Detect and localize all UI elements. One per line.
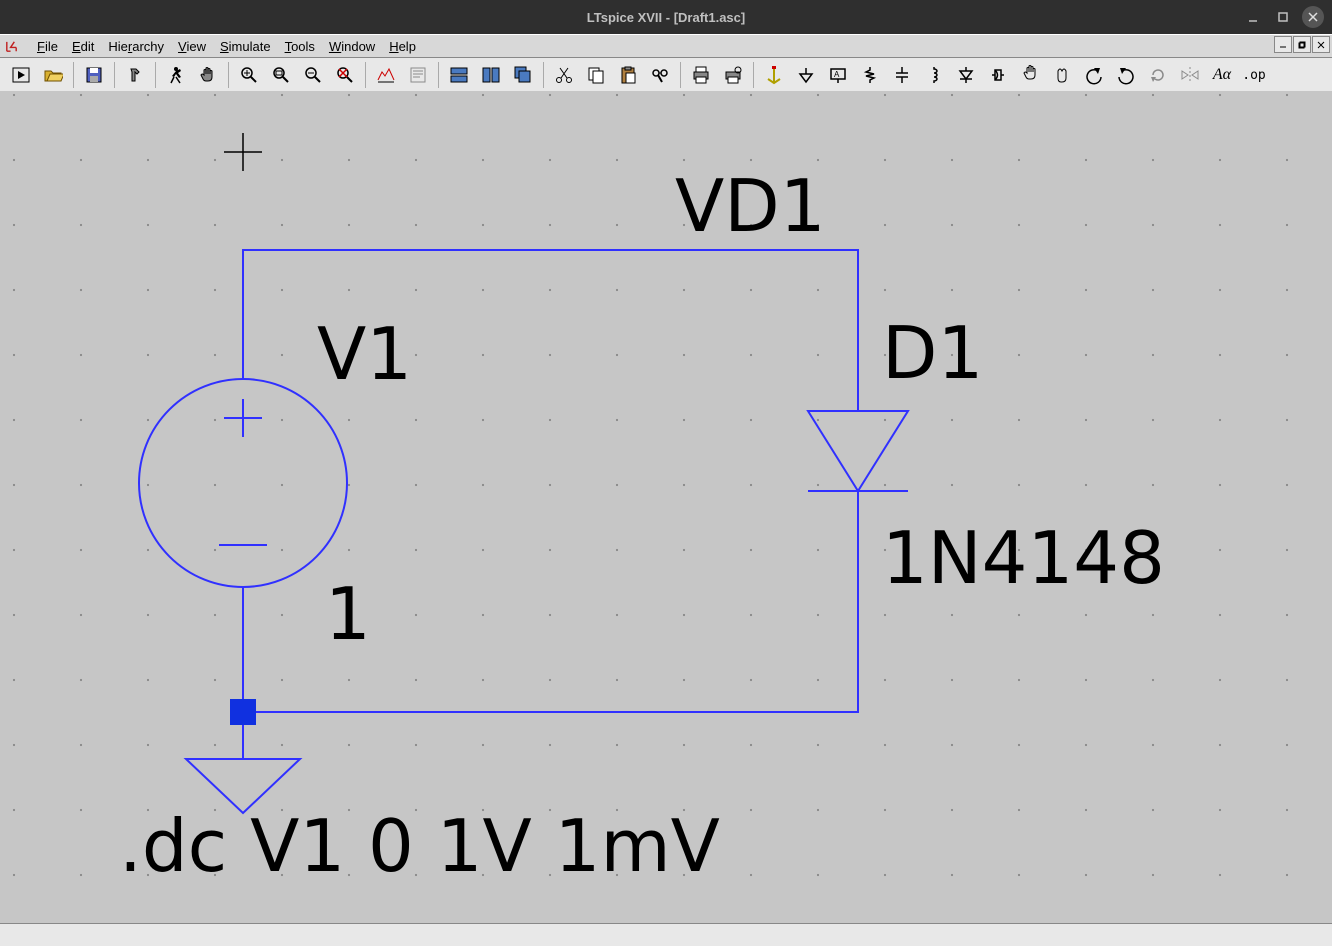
spice-directive-button[interactable]: .op [1239, 60, 1269, 90]
d1-value-label[interactable]: 1N4148 [882, 516, 1165, 600]
v1-value-label[interactable]: 1 [325, 572, 371, 656]
menu-edit[interactable]: EditEdit [72, 39, 94, 54]
mdi-controls [1274, 36, 1330, 53]
paste-button[interactable] [613, 60, 643, 90]
toolbar-separator [155, 62, 156, 88]
resistor-button[interactable] [855, 60, 885, 90]
capacitor-button[interactable] [887, 60, 917, 90]
close-button[interactable] [1300, 6, 1326, 28]
label-button[interactable]: A [823, 60, 853, 90]
spice-directive-text[interactable]: .dc V1 0 1V 1mV [119, 804, 720, 888]
halt-button[interactable] [193, 60, 223, 90]
status-bar [0, 923, 1332, 946]
wire-junction[interactable] [230, 699, 256, 725]
menu-file[interactable]: FFileile [37, 39, 58, 54]
redo-button[interactable] [1111, 60, 1141, 90]
net-label-vd1[interactable]: VD1 [675, 164, 826, 248]
window-title: LTspice XVII - [Draft1.asc] [587, 10, 745, 25]
mdi-minimize-button[interactable] [1274, 36, 1292, 53]
zoom-in-button[interactable] [234, 60, 264, 90]
d1-name-label[interactable]: D1 [882, 311, 983, 395]
open-button[interactable] [38, 60, 68, 90]
menu-view[interactable]: ViewView [178, 39, 206, 54]
zoom-out-button[interactable] [298, 60, 328, 90]
menu-simulate[interactable]: SimulateSimulate [220, 39, 271, 54]
svg-text:A: A [834, 70, 840, 79]
v1-name-label[interactable]: V1 [317, 312, 412, 396]
tile-h-button[interactable] [444, 60, 474, 90]
toolbar-separator [438, 62, 439, 88]
component-button[interactable] [983, 60, 1013, 90]
save-button[interactable] [79, 60, 109, 90]
ground-button[interactable] [791, 60, 821, 90]
mdi-restore-button[interactable] [1293, 36, 1311, 53]
toolbar-separator [114, 62, 115, 88]
toolbar-separator [753, 62, 754, 88]
menu-tools[interactable]: ToolsTools [285, 39, 315, 54]
menu-help[interactable]: HelpHelp [389, 39, 416, 54]
print-setup-button[interactable] [718, 60, 748, 90]
autorange-button[interactable] [371, 60, 401, 90]
window-controls [1240, 0, 1326, 34]
drag-button[interactable] [1047, 60, 1077, 90]
mirror-button[interactable] [1175, 60, 1205, 90]
find-button[interactable] [645, 60, 675, 90]
ltspice-icon [4, 39, 19, 54]
toolbar: A Aα .op [0, 58, 1332, 93]
error-log-button[interactable] [403, 60, 433, 90]
rotate-button[interactable] [1143, 60, 1173, 90]
copy-button[interactable] [581, 60, 611, 90]
undo-button[interactable] [1079, 60, 1109, 90]
minimize-button[interactable] [1240, 6, 1266, 28]
toolbar-separator [543, 62, 544, 88]
toolbar-separator [365, 62, 366, 88]
diode-button[interactable] [951, 60, 981, 90]
toolbar-separator [73, 62, 74, 88]
text-tool-label: Aα [1211, 66, 1233, 84]
tile-v-button[interactable] [476, 60, 506, 90]
wire-button[interactable] [759, 60, 789, 90]
zoom-pan-button[interactable] [266, 60, 296, 90]
menu-bar: FFileile EditEdit HierarchyHierarchy Vie… [0, 34, 1332, 58]
maximize-button[interactable] [1270, 6, 1296, 28]
move-button[interactable] [1015, 60, 1045, 90]
cut-button[interactable] [549, 60, 579, 90]
window-titlebar: LTspice XVII - [Draft1.asc] [0, 0, 1332, 34]
print-button[interactable] [686, 60, 716, 90]
simulate-run-button[interactable] [161, 60, 191, 90]
schematic-canvas[interactable]: VD1 V1 1 D1 1N4148 .dc V1 0 1V 1mV [0, 91, 1332, 924]
cascade-button[interactable] [508, 60, 538, 90]
spice-directive-label: .op [1240, 68, 1267, 83]
toolbar-separator [228, 62, 229, 88]
zoom-fit-button[interactable] [330, 60, 360, 90]
control-panel-button[interactable] [120, 60, 150, 90]
toolbar-separator [680, 62, 681, 88]
menu-window[interactable]: WindowWindow [329, 39, 375, 54]
mdi-close-button[interactable] [1312, 36, 1330, 53]
run-button[interactable] [6, 60, 36, 90]
dot-grid [0, 91, 1332, 924]
inductor-button[interactable] [919, 60, 949, 90]
menu-hierarchy[interactable]: HierarchyHierarchy [108, 39, 164, 54]
text-tool-button[interactable]: Aα [1207, 60, 1237, 90]
